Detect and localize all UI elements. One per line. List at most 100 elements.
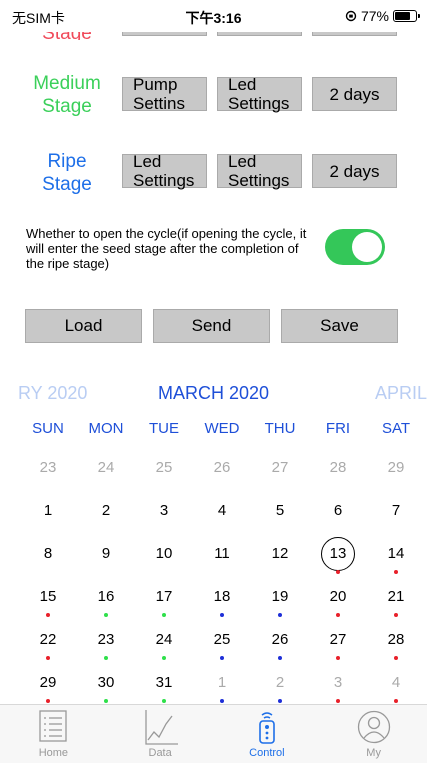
- calendar-day-cell[interactable]: 28: [367, 623, 425, 666]
- calendar-day-cell[interactable]: 31: [135, 666, 193, 709]
- calendar-day-cell[interactable]: 24: [135, 623, 193, 666]
- list-icon: [39, 710, 68, 742]
- calendar-date: 18: [213, 588, 231, 605]
- calendar-day-cell[interactable]: 17: [135, 580, 193, 623]
- medium-stage-label-line2: Stage: [42, 96, 92, 117]
- calendar-day-cell[interactable]: 13: [309, 537, 367, 580]
- medium-led-line1: Led: [228, 75, 257, 94]
- calendar-day-cell[interactable]: 2: [77, 494, 135, 537]
- calendar-day-cell[interactable]: 12: [251, 537, 309, 580]
- calendar-week-row: 1 2 3 4 5 6 7: [19, 494, 425, 537]
- calendar-date: 14: [387, 545, 405, 562]
- calendar-day-cell[interactable]: 25: [135, 451, 193, 494]
- next-month-label[interactable]: APRIL: [375, 383, 427, 404]
- tab-home-label: Home: [38, 747, 69, 759]
- ripe-led2-line1: Led: [228, 152, 257, 171]
- status-bar: 无SIM卡 下午3:16 77%: [0, 0, 427, 32]
- calendar-date: 5: [275, 502, 285, 519]
- calendar-day-cell[interactable]: 28: [309, 451, 367, 494]
- weekday-label: WED: [204, 420, 240, 437]
- calendar-day-cell[interactable]: 29: [367, 451, 425, 494]
- save-button[interactable]: Save: [281, 309, 398, 343]
- stage-dot-red: [394, 570, 398, 574]
- calendar-week-row: 22 23 24 25 26 27 28: [19, 623, 425, 666]
- calendar-day-cell[interactable]: 1: [19, 494, 77, 537]
- load-button[interactable]: Load: [25, 309, 142, 343]
- calendar-day-cell[interactable]: 4: [193, 494, 251, 537]
- calendar-day-cell[interactable]: 26: [193, 451, 251, 494]
- send-button[interactable]: Send: [153, 309, 270, 343]
- stage-dot-red: [394, 613, 398, 617]
- calendar-grid: 23 24 25 26 27 28 29 1 2 3 4 5 6 7 8 9 10 11 12 13 14 15 16 17 1…: [19, 451, 425, 709]
- calendar-day-cell[interactable]: 29: [19, 666, 77, 709]
- medium-stage-label: Medium Stage: [12, 72, 122, 118]
- calendar-day-cell[interactable]: 22: [19, 623, 77, 666]
- tab-home[interactable]: Home: [0, 705, 107, 763]
- calendar-day-cell[interactable]: 18: [193, 580, 251, 623]
- calendar-day-cell[interactable]: 3: [135, 494, 193, 537]
- current-month-label: MARCH 2020: [157, 383, 270, 403]
- calendar-day-cell[interactable]: 14: [367, 537, 425, 580]
- stage-dot-red: [336, 699, 340, 703]
- calendar-date: 21: [387, 588, 405, 605]
- medium-led-settings-button[interactable]: Led Settings: [217, 75, 302, 113]
- calendar-day-cell[interactable]: 8: [19, 537, 77, 580]
- calendar-day-cell[interactable]: 24: [77, 451, 135, 494]
- calendar-day-cell[interactable]: 2: [251, 666, 309, 709]
- ripe-led-settings-button-2[interactable]: Led Settings: [217, 152, 302, 190]
- stage-dot-green: [104, 656, 108, 660]
- stage-dot-red: [336, 613, 340, 617]
- calendar-day-cell[interactable]: 1: [193, 666, 251, 709]
- calendar-day-cell[interactable]: 23: [77, 623, 135, 666]
- calendar-day-cell[interactable]: 20: [309, 580, 367, 623]
- calendar-week-row: 8 9 10 11 12 13 14: [19, 537, 425, 580]
- stage-dot-red: [46, 699, 50, 703]
- stage-dot-red: [336, 656, 340, 660]
- stage-dot-red: [394, 656, 398, 660]
- calendar-week-row: 15 16 17 18 19 20 21: [19, 580, 425, 623]
- calendar-day-cell[interactable]: 6: [309, 494, 367, 537]
- calendar-day-cell[interactable]: 26: [251, 623, 309, 666]
- calendar-day-cell[interactable]: 19: [251, 580, 309, 623]
- medium-pump-settings-button[interactable]: Pump Settins: [122, 75, 207, 113]
- tab-my[interactable]: My: [320, 705, 427, 763]
- stage-dot-blue: [278, 613, 282, 617]
- calendar-day-cell[interactable]: 23: [19, 451, 77, 494]
- calendar-date: 28: [329, 459, 347, 476]
- calendar-day-cell[interactable]: 3: [309, 666, 367, 709]
- ripe-led-settings-button-1[interactable]: Led Settings: [122, 152, 207, 190]
- calendar-day-cell[interactable]: 15: [19, 580, 77, 623]
- calendar-day-cell[interactable]: 27: [309, 623, 367, 666]
- orientation-lock-icon: [345, 10, 357, 22]
- ripe-led1-line2: Settings: [133, 171, 195, 190]
- medium-pump-line2: Settins: [133, 94, 185, 113]
- calendar-day-cell[interactable]: 30: [77, 666, 135, 709]
- weekday-header: SUN MON TUE WED THU FRI SAT: [19, 420, 425, 437]
- calendar-day-cell[interactable]: 5: [251, 494, 309, 537]
- tab-data[interactable]: Data: [107, 705, 214, 763]
- calendar-day-cell[interactable]: 21: [367, 580, 425, 623]
- calendar-date: 19: [271, 588, 289, 605]
- calendar-date: 6: [333, 502, 343, 519]
- calendar-day-cell[interactable]: 25: [193, 623, 251, 666]
- calendar-day-cell[interactable]: 27: [251, 451, 309, 494]
- calendar-date: 22: [39, 631, 57, 648]
- calendar-day-cell[interactable]: 16: [77, 580, 135, 623]
- calendar-day-cell[interactable]: 11: [193, 537, 251, 580]
- stage-dot-red: [46, 613, 50, 617]
- tab-control[interactable]: Control: [214, 705, 321, 763]
- calendar-day-cell[interactable]: 9: [77, 537, 135, 580]
- calendar-day-cell[interactable]: 4: [367, 666, 425, 709]
- calendar-date: 27: [271, 459, 289, 476]
- medium-days-button[interactable]: 2 days: [312, 77, 397, 111]
- cycle-toggle[interactable]: [325, 229, 385, 265]
- calendar-date: 8: [43, 545, 53, 562]
- calendar-date: 28: [387, 631, 405, 648]
- chart-icon: [145, 710, 179, 745]
- ripe-days-button[interactable]: 2 days: [312, 154, 397, 188]
- calendar-day-cell[interactable]: 10: [135, 537, 193, 580]
- calendar-day-cell[interactable]: 7: [367, 494, 425, 537]
- stage-dot-blue: [220, 656, 224, 660]
- weekday-label: THU: [264, 420, 296, 437]
- stage-dot-green: [162, 699, 166, 703]
